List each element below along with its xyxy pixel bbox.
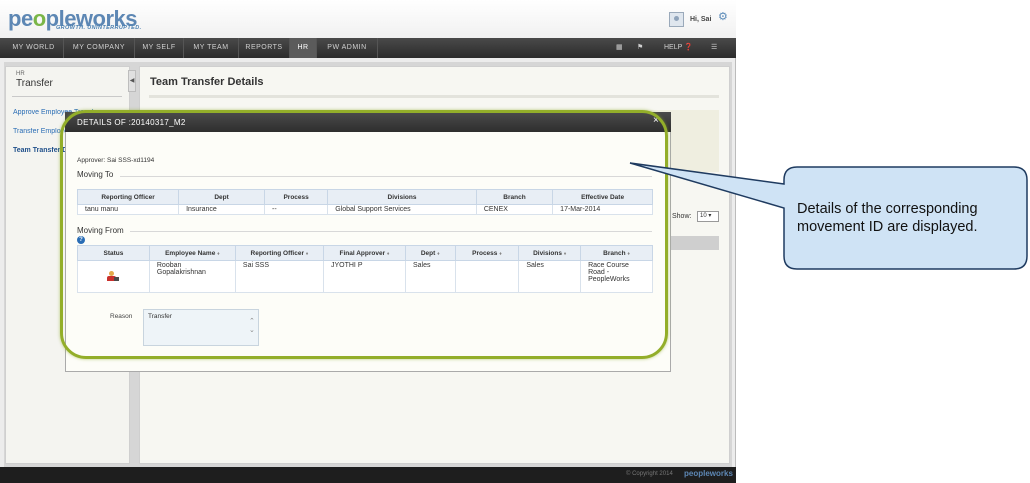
callout-bubble [629, 162, 1028, 270]
callout-text: Details of the corresponding movement ID… [797, 201, 978, 235]
